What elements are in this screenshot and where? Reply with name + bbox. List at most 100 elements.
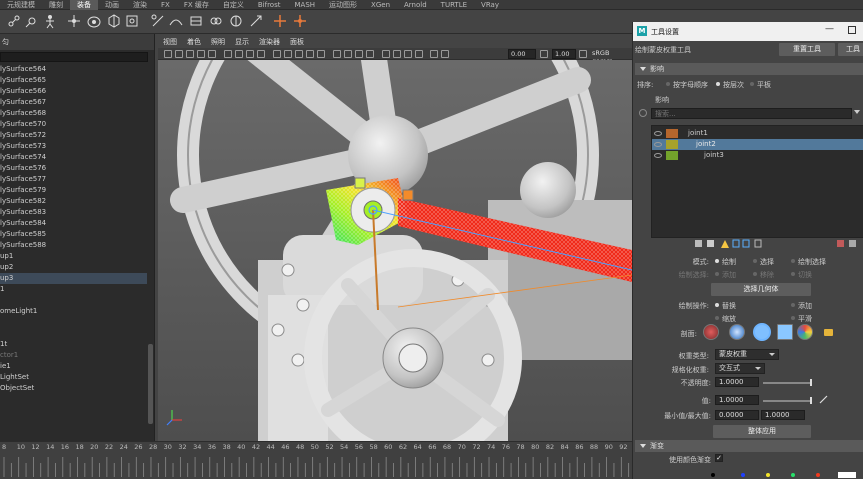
xray-joints-icon[interactable] [404, 50, 412, 58]
shelf-tab[interactable]: XGen [364, 0, 397, 10]
outliner-item[interactable]: lySurface576 [0, 163, 147, 174]
viewport-menu-item[interactable]: 面板 [285, 37, 309, 48]
shelf-tab[interactable]: 渲染 [126, 0, 154, 10]
outliner-item[interactable] [0, 328, 147, 339]
visibility-eye-icon[interactable] [654, 153, 662, 158]
move-weights-icon[interactable] [732, 239, 740, 248]
outliner-item[interactable]: lySurface577 [0, 174, 147, 185]
outliner-item[interactable]: lySurface572 [0, 130, 147, 141]
min-value-field[interactable]: 0.0000 [715, 410, 759, 420]
time-slider[interactable]: 8 10 12 14 16 18 20 22 24 26 28 30 32 34 36 38 40 42 44 46 4… [0, 441, 632, 479]
invert-selection-icon[interactable] [754, 239, 762, 248]
tool-settings-titlebar[interactable]: M 工具设置 — [633, 22, 863, 41]
outliner-item[interactable]: lySurface564 [0, 64, 147, 75]
influence-color-swatch[interactable] [666, 140, 678, 149]
wrap-deformer-icon[interactable] [188, 13, 204, 29]
profile-solid-icon[interactable] [753, 323, 771, 341]
visibility-eye-icon[interactable] [654, 142, 662, 147]
soft-mod-icon[interactable] [228, 13, 244, 29]
paint-select-toggle-radio[interactable] [791, 272, 795, 276]
anti-aliasing-icon[interactable] [366, 50, 374, 58]
outliner-item[interactable]: lySurface583 [0, 207, 147, 218]
time-slider-ticks[interactable] [0, 455, 632, 478]
mode-paint-radio[interactable] [715, 259, 719, 263]
wireframe-icon[interactable] [273, 50, 281, 58]
backface-culling-icon[interactable] [415, 50, 423, 58]
aperture-icon[interactable] [441, 50, 449, 58]
bookmark-icon[interactable] [186, 50, 194, 58]
shadows-icon[interactable] [333, 50, 341, 58]
outliner-item[interactable]: lySurface585 [0, 229, 147, 240]
copy-weights-icon[interactable] [695, 240, 702, 247]
mode-select-radio[interactable] [753, 259, 757, 263]
textured-icon[interactable] [306, 50, 314, 58]
wireframe-on-shaded-icon[interactable] [295, 50, 303, 58]
film-gate-icon[interactable] [224, 50, 232, 58]
max-value-field[interactable]: 1.0000 [761, 410, 805, 420]
exposure-icon[interactable] [430, 50, 438, 58]
shelf-tab[interactable]: VRay [474, 0, 506, 10]
shelf-tab[interactable]: 装备 [70, 0, 98, 10]
outliner-item[interactable]: up1 [0, 251, 147, 262]
influence-row[interactable]: joint2 [652, 139, 863, 150]
influence-color-swatch[interactable] [666, 129, 678, 138]
maximize-icon[interactable] [848, 26, 856, 34]
lights-icon[interactable] [317, 50, 325, 58]
viewport-menu-item[interactable]: 渲染器 [254, 37, 285, 48]
select-camera-icon[interactable] [164, 50, 172, 58]
color-management-icon[interactable] [579, 50, 587, 58]
shelf-tab[interactable]: 运动图形 [322, 0, 364, 10]
viewport-menu-item[interactable]: 显示 [230, 37, 254, 48]
profile-square-icon[interactable] [777, 324, 793, 340]
paste-weights-icon[interactable] [707, 240, 714, 247]
custom-pivot-icon[interactable] [292, 13, 308, 29]
outliner-item[interactable]: lySurface582 [0, 196, 147, 207]
list-view-icon[interactable] [837, 240, 844, 247]
outliner-item[interactable]: up2 [0, 262, 147, 273]
image-plane-icon[interactable] [197, 50, 205, 58]
shelf-tab[interactable]: Bifrost [251, 0, 288, 10]
ramp-marker-blue[interactable] [741, 473, 745, 477]
outliner-item[interactable]: lySurface588 [0, 240, 147, 251]
outliner-item[interactable]: up3 [0, 273, 147, 284]
influence-section-header[interactable]: 影响 [635, 63, 863, 75]
shelf-tab[interactable]: 自定义 [216, 0, 251, 10]
ik-handle-icon[interactable] [42, 13, 58, 29]
shelf-tab[interactable]: 雕刻 [42, 0, 70, 10]
viewport-menu-item[interactable]: 照明 [206, 37, 230, 48]
paint-op-replace-radio[interactable] [715, 303, 719, 307]
influence-row[interactable]: joint3 [652, 150, 863, 161]
shelf-tab[interactable]: MASH [288, 0, 323, 10]
cluster-icon[interactable] [124, 13, 140, 29]
paint-select-remove-radio[interactable] [753, 272, 757, 276]
outliner-item[interactable]: lySurface565 [0, 75, 147, 86]
influence-row[interactable]: joint1 [652, 128, 863, 139]
outliner-item[interactable]: 1t [0, 339, 147, 350]
opacity-field[interactable]: 1.0000 [715, 377, 759, 387]
paint-select-add-radio[interactable] [715, 272, 719, 276]
outliner-item[interactable]: lySurface566 [0, 86, 147, 97]
gate-mask-icon[interactable] [246, 50, 254, 58]
grid-icon[interactable] [208, 50, 216, 58]
outliner-item[interactable]: 1 [0, 284, 147, 295]
opacity-slider-handle[interactable] [810, 379, 812, 386]
outliner-item[interactable]: ie1 [0, 361, 147, 372]
blend-shape-icon[interactable] [208, 13, 224, 29]
viewport-panel[interactable]: 视图着色照明显示渲染器面板 0.00 1.00 sRGB gamm [158, 37, 632, 441]
wire-deformer-icon[interactable] [168, 13, 184, 29]
outliner-search-input[interactable] [0, 52, 148, 62]
view-transform-label[interactable]: sRGB gamm [590, 49, 632, 65]
color-ramp-markers[interactable] [693, 471, 863, 479]
ramp-marker-red[interactable] [816, 473, 820, 477]
profile-gaussian-icon[interactable] [703, 324, 719, 340]
shelf-tab[interactable]: FX [154, 0, 177, 10]
weight-type-dropdown[interactable]: 蒙皮权重 [715, 349, 779, 360]
viewport-scene[interactable] [158, 60, 632, 441]
smooth-shade-icon[interactable] [284, 50, 292, 58]
normalize-weights-dropdown[interactable]: 交互式 [715, 363, 765, 374]
outliner-item[interactable] [0, 317, 147, 328]
nonlinear-deformer-icon[interactable] [248, 13, 264, 29]
gamma-field[interactable]: 1.00 [552, 49, 576, 59]
locator-icon[interactable] [272, 13, 288, 29]
influence-color-swatch[interactable] [666, 151, 678, 160]
